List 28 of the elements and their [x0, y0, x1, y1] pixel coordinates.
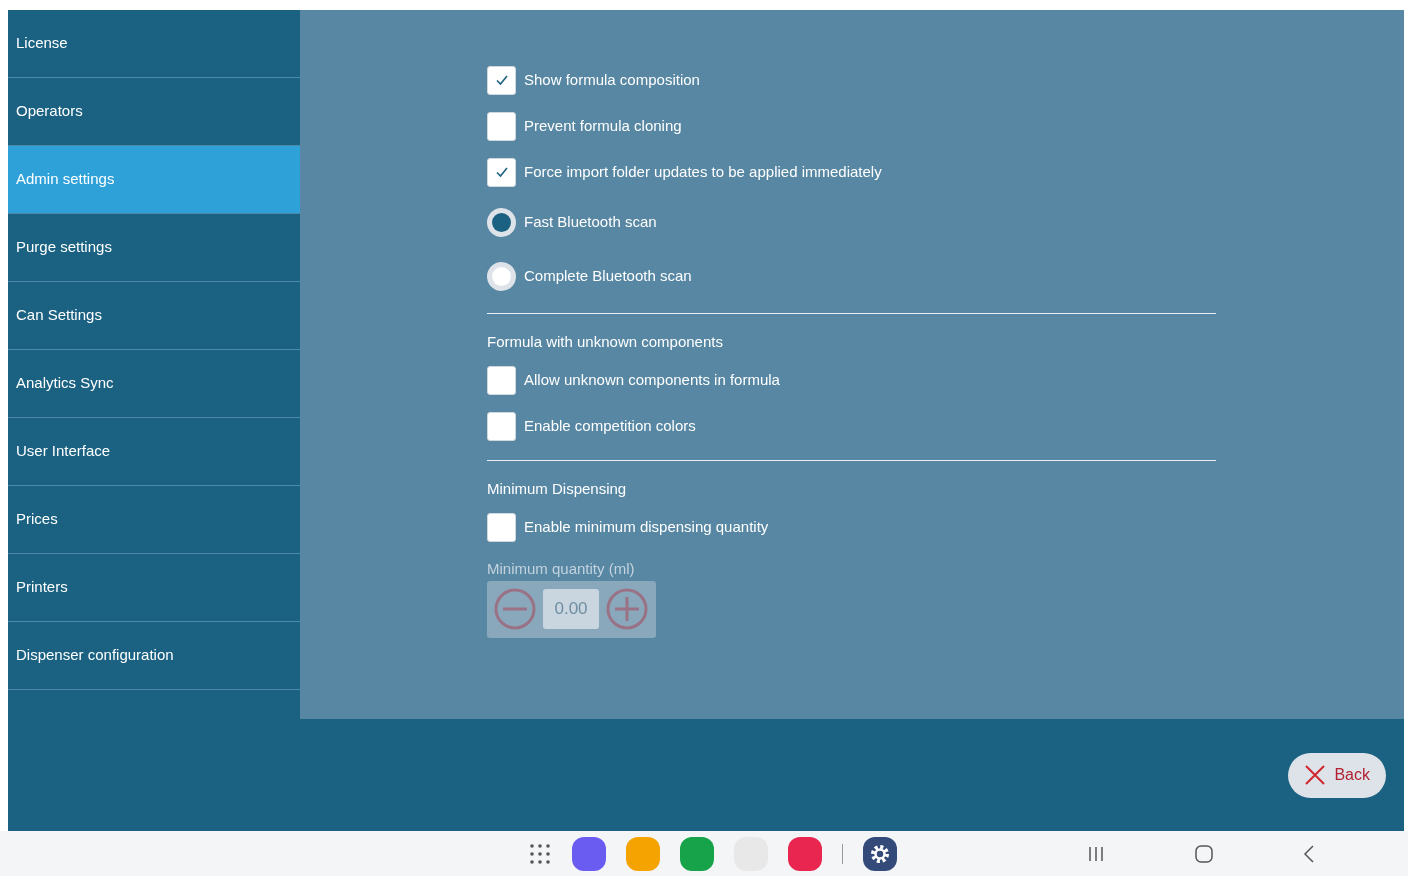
back-button[interactable]: Back	[1288, 752, 1386, 798]
checkbox[interactable]	[487, 366, 516, 395]
back-icon[interactable]	[1303, 844, 1315, 863]
checkbox-label: Allow unknown components in formula	[524, 370, 780, 391]
check-icon	[494, 74, 509, 86]
checkbox[interactable]	[487, 111, 516, 141]
checkbox[interactable]	[487, 512, 516, 542]
checkbox[interactable]	[487, 65, 516, 95]
recent-apps-icon[interactable]	[1087, 844, 1105, 863]
radio-button[interactable]	[487, 261, 516, 291]
checkbox-label: Show formula composition	[524, 69, 700, 90]
settings-icon[interactable]	[863, 836, 897, 871]
home-icon[interactable]	[1195, 844, 1213, 863]
app-grid-icon[interactable]	[528, 841, 552, 866]
radio-label: Complete Bluetooth scan	[524, 265, 692, 286]
check-icon	[494, 166, 509, 178]
section-title: Formula with unknown components	[487, 332, 724, 352]
section-title: Minimum Dispensing	[487, 478, 628, 499]
checkbox-label: Prevent formula cloning	[524, 115, 682, 136]
checkbox-label: Enable competition colors	[524, 416, 696, 437]
checkbox-label: Force import folder updates to be applied immediately	[524, 161, 882, 182]
checkbox[interactable]	[487, 157, 516, 187]
radio-button[interactable]	[487, 207, 516, 237]
field-label: Minimum quantity (ml)	[487, 559, 635, 579]
close-icon	[1304, 764, 1327, 786]
radio-label: Fast Bluetooth scan	[524, 211, 657, 232]
checkbox-label: Enable minimum dispensing quantity	[524, 516, 769, 537]
checkbox[interactable]	[487, 412, 516, 441]
